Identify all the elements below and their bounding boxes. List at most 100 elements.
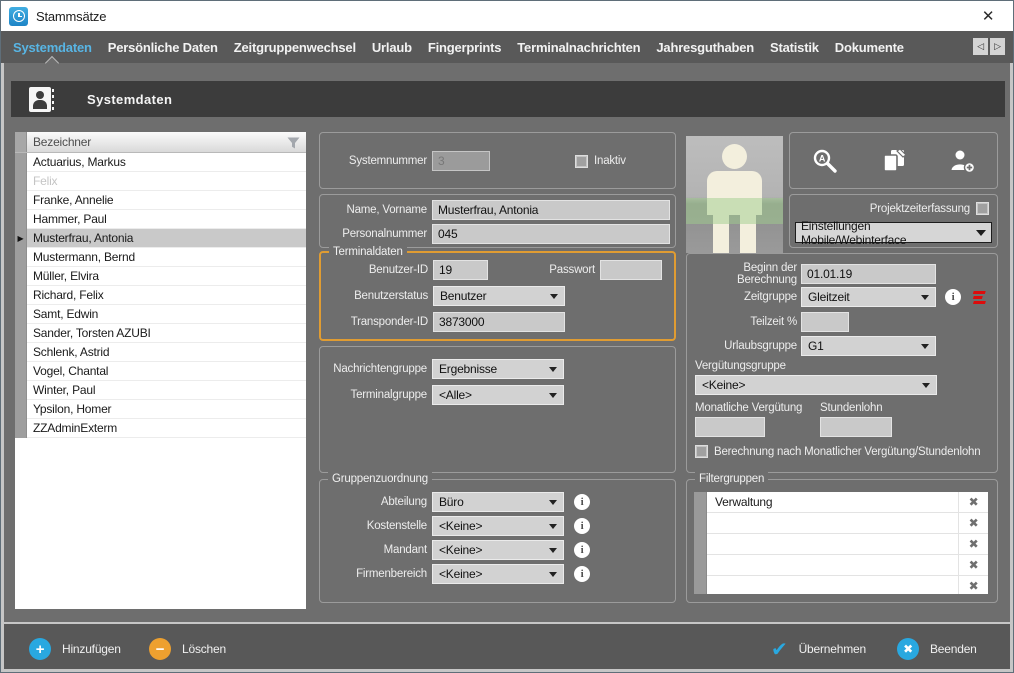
list-item-müller-elvira[interactable]: Müller, Elvira (15, 267, 306, 286)
photo-toolbar-group: A (789, 132, 998, 189)
einstellungen-mobile-dropdown[interactable]: Einstellungen Mobile/Webinterface (795, 222, 992, 243)
remove-filtergruppe-icon[interactable]: ✖ (958, 555, 988, 575)
list-item-samt-edwin[interactable]: Samt, Edwin (15, 305, 306, 324)
tab-urlaub[interactable]: Urlaub (364, 31, 420, 63)
firmenbereich-info-icon[interactable]: i (574, 566, 590, 582)
tab-scroll-right-icon[interactable]: ▷ (990, 38, 1005, 55)
uebernehmen-button[interactable]: ✔ Übernehmen (771, 624, 866, 673)
beenden-button[interactable]: ✖ Beenden (897, 624, 977, 673)
benutzerstatus-dropdown[interactable]: Benutzer (433, 286, 565, 306)
kostenstelle-value: <Keine> (439, 519, 482, 533)
beginn-berechnung-field[interactable] (801, 264, 936, 284)
filtergruppen-gutter (694, 492, 707, 594)
kostenstelle-label: Kostenstelle (320, 520, 427, 532)
tab-zeitgruppenwechsel[interactable]: Zeitgruppenwechsel (226, 31, 364, 63)
list-item-schlenk-astrid[interactable]: Schlenk, Astrid (15, 343, 306, 362)
abteilung-info-icon[interactable]: i (574, 494, 590, 510)
tab-terminalnachrichten[interactable]: Terminalnachrichten (509, 31, 648, 63)
documents-icon[interactable] (877, 144, 911, 178)
verguetungsgruppe-dropdown[interactable]: <Keine> (695, 375, 937, 395)
list-column-header[interactable]: Bezeichner (15, 132, 306, 153)
chevron-down-icon (922, 383, 930, 388)
kostenstelle-dropdown[interactable]: <Keine> (432, 516, 564, 536)
list-item-vogel-chantal[interactable]: Vogel, Chantal (15, 362, 306, 381)
list-item-label: Felix (27, 172, 306, 191)
list-item-actuarius-markus[interactable]: Actuarius, Markus (15, 153, 306, 172)
hinzufuegen-button[interactable]: + Hinzufügen (29, 624, 121, 673)
tab-dokumente[interactable]: Dokumente (827, 31, 912, 63)
remove-filtergruppe-icon[interactable]: ✖ (958, 492, 988, 512)
monatliche-verguetung-field[interactable] (695, 417, 765, 437)
abteilung-dropdown[interactable]: Büro (432, 492, 564, 512)
teilzeit-label: Teilzeit % (687, 316, 797, 328)
list-item-mustermann-bernd[interactable]: Mustermann, Bernd (15, 248, 306, 267)
zeitgruppe-info-icon[interactable]: i (945, 289, 961, 305)
close-icon[interactable]: ✕ (977, 5, 999, 27)
urlaubsgruppe-dropdown[interactable]: G1 (801, 336, 936, 356)
transponder-id-field[interactable] (433, 312, 565, 332)
record-list-panel: Bezeichner Actuarius, MarkusFelixFranke,… (15, 132, 306, 609)
row-gutter (15, 248, 27, 267)
stammsaetze-window: Stammsätze ✕ SystemdatenPersönliche Date… (0, 0, 1014, 673)
list-item-ypsilon-homer[interactable]: Ypsilon, Homer (15, 400, 306, 419)
list-item-label: Sander, Torsten AZUBI (27, 324, 306, 343)
teilzeit-field[interactable] (801, 312, 849, 332)
row-gutter (15, 267, 27, 286)
tab-jahresguthaben[interactable]: Jahresguthaben (648, 31, 762, 63)
zeitgruppe-dropdown[interactable]: Gleitzeit (801, 287, 936, 307)
mandant-dropdown[interactable]: <Keine> (432, 540, 564, 560)
berechnung-nach-checkbox[interactable] (695, 445, 708, 458)
remove-filtergruppe-icon[interactable]: ✖ (958, 513, 988, 533)
passwort-field[interactable] (600, 260, 662, 280)
loeschen-button[interactable]: − Löschen (149, 624, 226, 673)
filter-icon[interactable] (287, 137, 300, 149)
mandant-info-icon[interactable]: i (574, 542, 590, 558)
list-item-winter-paul[interactable]: Winter, Paul (15, 381, 306, 400)
terminalgruppe-dropdown[interactable]: <Alle> (432, 385, 564, 405)
check-icon: ✔ (771, 637, 788, 662)
selected-row-marker-icon: ▶ (15, 229, 27, 248)
add-person-icon[interactable] (946, 144, 980, 178)
remove-filtergruppe-icon[interactable]: ✖ (958, 534, 988, 554)
tab-persönliche-daten[interactable]: Persönliche Daten (100, 31, 226, 63)
tab-systemdaten[interactable]: Systemdaten (5, 31, 100, 63)
photo-search-icon[interactable]: A (808, 144, 842, 178)
systemnummer-field (432, 151, 490, 171)
list-item-label: Ypsilon, Homer (27, 400, 306, 419)
verguetungsgruppe-label: Vergütungsgruppe (695, 360, 786, 372)
loeschen-label: Löschen (182, 642, 226, 656)
chevron-down-icon (549, 524, 557, 529)
list-item-musterfrau-antonia[interactable]: ▶Musterfrau, Antonia (15, 229, 306, 248)
list-item-label: Hammer, Paul (27, 210, 306, 229)
inaktiv-checkbox[interactable] (575, 155, 588, 168)
row-gutter (15, 286, 27, 305)
list-item-sander-torsten-azubi[interactable]: Sander, Torsten AZUBI (15, 324, 306, 343)
list-item-franke-annelie[interactable]: Franke, Annelie (15, 191, 306, 210)
list-item-zzadminexterm[interactable]: ZZAdminExterm (15, 419, 306, 438)
stundenlohn-label: Stundenlohn (820, 402, 882, 414)
tab-scroll-left-icon[interactable]: ◁ (973, 38, 988, 55)
tab-bar: SystemdatenPersönliche DatenZeitgruppenw… (1, 31, 1013, 63)
kostenstelle-info-icon[interactable]: i (574, 518, 590, 534)
projektzeiterfassung-checkbox[interactable] (976, 202, 989, 215)
personalnummer-field[interactable] (432, 224, 670, 244)
tab-fingerprints[interactable]: Fingerprints (420, 31, 509, 63)
abteilung-label: Abteilung (320, 496, 427, 508)
chevron-down-icon (976, 230, 986, 236)
firmenbereich-dropdown[interactable]: <Keine> (432, 564, 564, 584)
remove-filtergruppe-icon[interactable]: ✖ (958, 576, 988, 594)
nachrichtengruppe-dropdown[interactable]: Ergebnisse (432, 359, 564, 379)
list-item-richard-felix[interactable]: Richard, Felix (15, 286, 306, 305)
benutzer-id-field[interactable] (433, 260, 488, 280)
beginn-berechnung-label: Beginn der Berechnung (687, 262, 797, 286)
list-item-felix[interactable]: Felix (15, 172, 306, 191)
zeitmodell-icon[interactable] (968, 290, 986, 305)
stundenlohn-field[interactable] (820, 417, 892, 437)
chevron-down-icon (549, 500, 557, 505)
name-vorname-field[interactable] (432, 200, 670, 220)
list-header-gutter (15, 132, 27, 152)
list-item-hammer-paul[interactable]: Hammer, Paul (15, 210, 306, 229)
berechnung-nach-label: Berechnung nach Monatlicher Vergütung/St… (714, 446, 980, 458)
einstellungen-mobile-label: Einstellungen Mobile/Webinterface (801, 219, 976, 247)
tab-statistik[interactable]: Statistik (762, 31, 827, 63)
